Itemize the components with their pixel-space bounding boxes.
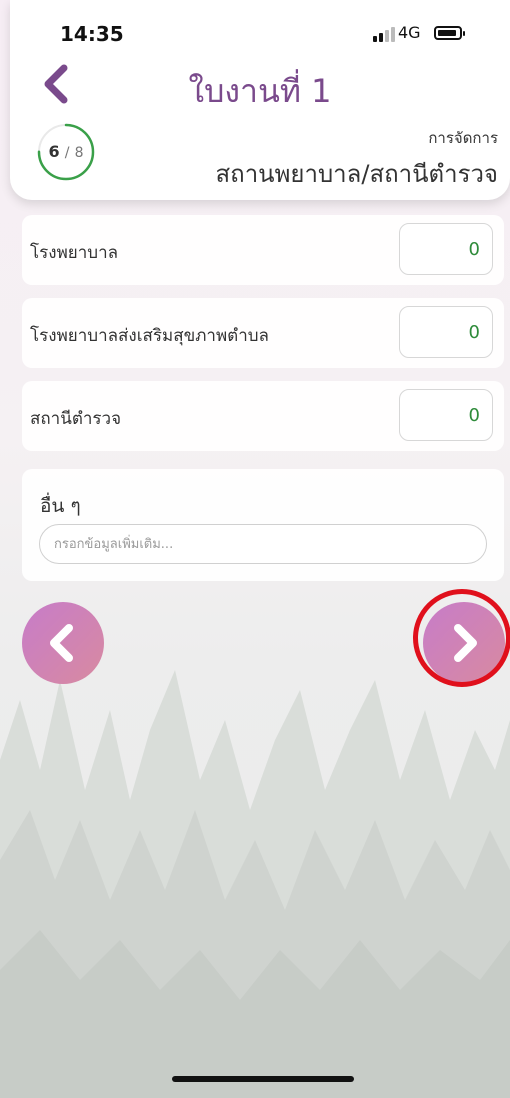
next-button[interactable] — [423, 602, 505, 684]
section-title: สถานพยาบาล/สถานีตำรวจ — [215, 160, 498, 188]
previous-button[interactable] — [22, 602, 104, 684]
other-card: อื่น ๆ — [22, 469, 504, 581]
progress-text: 6 / 8 — [32, 142, 100, 161]
status-time: 14:35 — [60, 22, 124, 46]
health-hospital-count-input[interactable] — [399, 306, 493, 358]
battery-icon — [434, 26, 465, 40]
row-label: โรงพยาบาล — [30, 243, 119, 263]
network-label: 4G — [398, 23, 421, 42]
hospital-count-input[interactable] — [399, 223, 493, 275]
other-label: อื่น ๆ — [40, 495, 81, 517]
chevron-right-icon — [454, 624, 477, 662]
row-hospital: โรงพยาบาล — [22, 215, 504, 285]
other-details-input[interactable] — [39, 524, 487, 564]
row-police-station: สถานีตำรวจ — [22, 381, 504, 451]
progress-current: 6 — [48, 142, 60, 161]
home-indicator — [172, 1076, 354, 1082]
progress-total: 8 — [74, 145, 84, 161]
app-screen: ใบงานที่ 1 6 / 8 การจัดการ สถานพยาบาล/สถ… — [0, 0, 510, 1098]
chevron-left-icon — [50, 624, 73, 662]
forest-background — [0, 670, 510, 1098]
signal-icon — [373, 27, 395, 42]
row-label: สถานีตำรวจ — [30, 409, 122, 429]
status-bar: 14:35 4G — [0, 0, 510, 60]
row-health-promoting-hospital: โรงพยาบาลส่งเสริมสุขภาพตำบล — [22, 298, 504, 368]
row-label: โรงพยาบาลส่งเสริมสุขภาพตำบล — [30, 326, 269, 346]
page-title: ใบงานที่ 1 — [188, 72, 332, 110]
section-subtitle: การจัดการ — [428, 129, 498, 147]
progress-separator: / — [64, 145, 70, 161]
police-station-count-input[interactable] — [399, 389, 493, 441]
progress-indicator: 6 / 8 — [32, 122, 100, 182]
